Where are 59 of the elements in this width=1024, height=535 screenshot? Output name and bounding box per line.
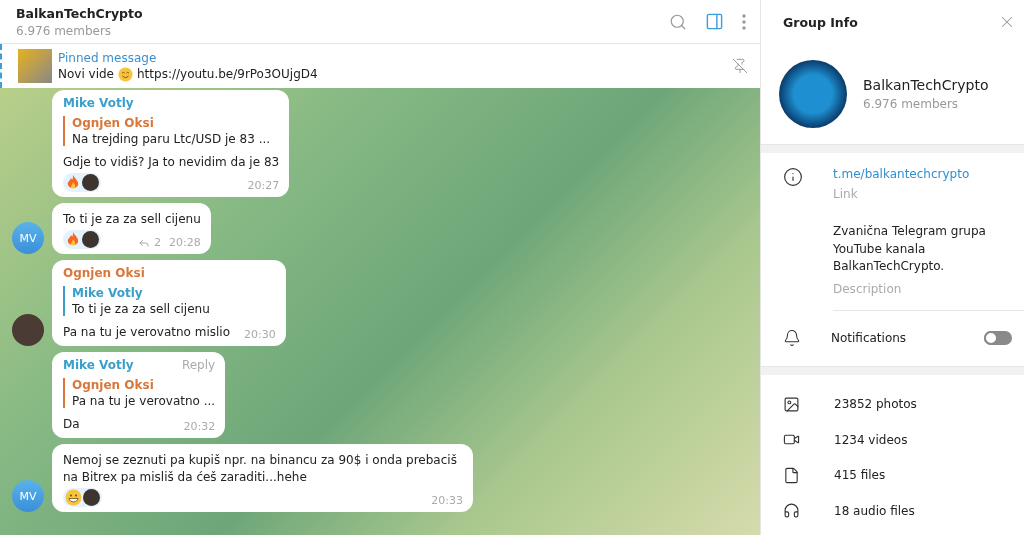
fire-icon bbox=[65, 174, 81, 191]
quoted-sender: Ognjen Oksi bbox=[72, 378, 155, 392]
quoted-reply[interactable]: Ognjen Oksi Pa na tu je verovatno ... bbox=[63, 378, 216, 408]
notifications-toggle[interactable] bbox=[984, 331, 1012, 345]
panel-title: Group Info bbox=[783, 14, 858, 30]
media-count[interactable]: 23852 photos bbox=[834, 397, 917, 412]
message-text: To ti je za za sell cijenu bbox=[63, 211, 201, 228]
quoted-text: To ti je za za sell cijenu bbox=[72, 302, 211, 316]
media-count[interactable]: 415 files bbox=[834, 468, 886, 483]
message-time: 20:32 bbox=[183, 420, 216, 433]
message-text: Pa na tu je verovatno mislio bbox=[63, 324, 230, 341]
reactor-avatar bbox=[82, 174, 99, 191]
quoted-text: Pa na tu je verovatno ... bbox=[72, 394, 216, 408]
quoted-sender: Ognjen Oksi bbox=[72, 116, 155, 130]
quoted-sender: Mike Votly bbox=[72, 286, 144, 300]
reactions-pill[interactable] bbox=[63, 173, 101, 192]
more-options-icon bbox=[742, 13, 746, 30]
message-time: 20:27 bbox=[247, 179, 280, 192]
reactor-avatar bbox=[83, 489, 100, 506]
video-thumbnail bbox=[18, 49, 52, 83]
member-count: 6.976 members bbox=[16, 23, 113, 38]
bell-icon bbox=[783, 329, 801, 347]
pinned-text: Novi vide bbox=[58, 67, 114, 81]
description-label: Description bbox=[833, 281, 903, 296]
fire-icon bbox=[65, 231, 81, 248]
member-count: 6.976 members bbox=[863, 97, 960, 111]
reactions-pill[interactable] bbox=[63, 230, 101, 249]
message-text: Nemoj se zeznuti pa kupiš npr. na binancu za 90$ i onda prebaciš na Bitrex pa misliš da ćeš zaraditi...hehe bbox=[63, 452, 458, 486]
message-time: 20:30 bbox=[244, 328, 276, 341]
quoted-text: Na trejding paru Ltc/USD je 83 ... bbox=[72, 132, 272, 146]
message-text: Gdje to vidiš? Ja to nevidim da je 83 bbox=[63, 154, 280, 171]
reactions-pill[interactable] bbox=[63, 488, 102, 507]
smiling-face-icon bbox=[118, 66, 133, 82]
message-text: Da bbox=[63, 416, 80, 433]
group-description: Zvanična Telegram grupa YouTube kanala BalkanTechCrypto. bbox=[833, 223, 987, 275]
file-icon bbox=[783, 466, 800, 484]
group-name: BalkanTechCrypto bbox=[863, 77, 989, 93]
link-label: Link bbox=[833, 187, 859, 201]
pinned-link[interactable]: https://youtu.be/9rPo3OUjgD4 bbox=[137, 67, 318, 81]
info-icon bbox=[783, 167, 803, 187]
quoted-reply[interactable]: Ognjen Oksi Na trejding paru Ltc/USD je 83 ... bbox=[63, 116, 280, 146]
grinning-face-icon bbox=[65, 489, 82, 506]
sidebar-toggle-button[interactable] bbox=[705, 12, 724, 31]
media-count[interactable]: 1234 videos bbox=[834, 432, 908, 447]
media-count[interactable]: 18 audio files bbox=[834, 503, 915, 518]
unpin-button[interactable] bbox=[732, 58, 748, 74]
user-avatar[interactable] bbox=[12, 314, 44, 346]
quoted-reply[interactable]: Mike Votly To ti je za za sell cijenu bbox=[63, 286, 276, 316]
notifications-label: Notifications bbox=[831, 331, 908, 345]
message-time: 20:28 bbox=[169, 236, 201, 249]
message-time: 20:33 bbox=[431, 494, 463, 507]
more-options-button[interactable] bbox=[742, 13, 746, 30]
reactor-avatar bbox=[82, 231, 99, 248]
group-link[interactable]: t.me/balkantechcrypto bbox=[833, 167, 1024, 181]
headphones-icon bbox=[783, 502, 800, 520]
image-icon bbox=[783, 395, 800, 413]
chat-title: BalkanTechCrypto bbox=[16, 5, 144, 21]
pinned-label: Pinned message bbox=[58, 50, 158, 65]
search-button[interactable] bbox=[669, 12, 687, 31]
